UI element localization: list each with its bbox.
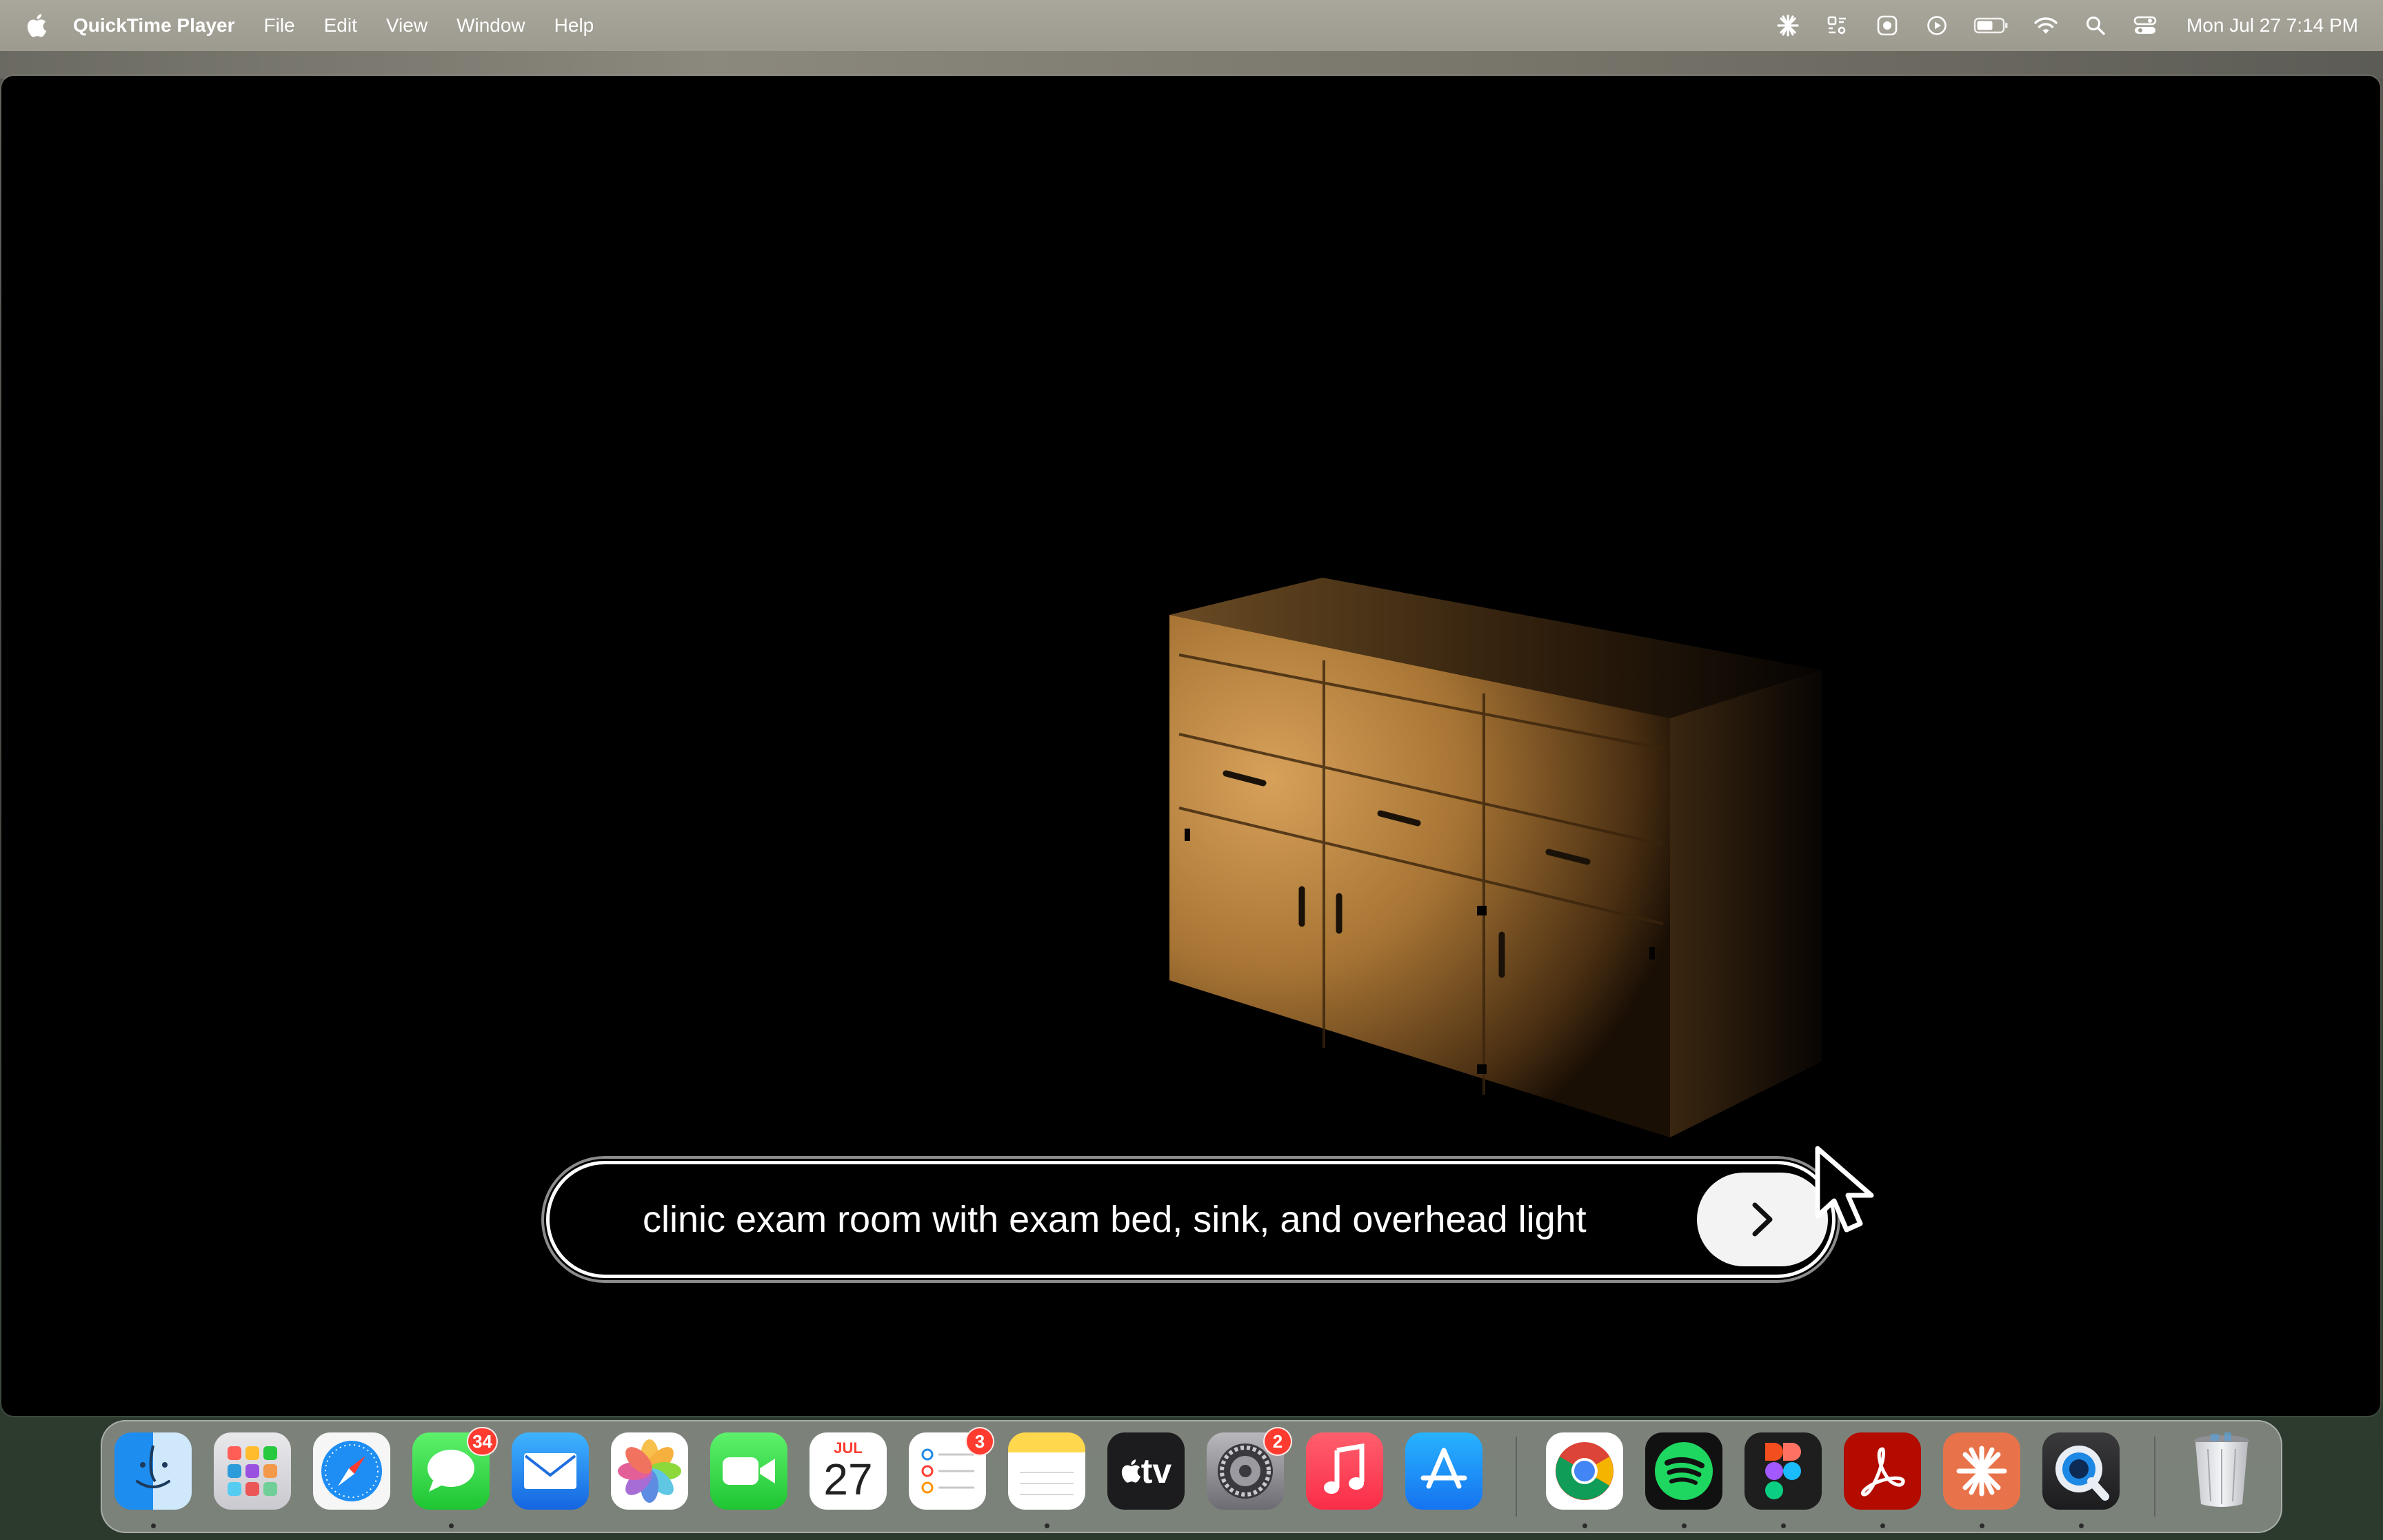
dock-music-icon[interactable] (1306, 1432, 1383, 1510)
help-menu[interactable]: Help (554, 14, 594, 37)
quicktime-video-window[interactable]: clinic exam room with exam bed, sink, an… (1, 76, 2380, 1416)
control-center-icon[interactable] (2131, 12, 2159, 39)
running-indicator (1582, 1523, 1587, 1528)
dock-system-settings-icon[interactable]: 2 (1207, 1427, 1292, 1510)
dock-claude-app-icon[interactable] (1943, 1432, 2020, 1510)
dock-quicktime-icon[interactable] (2042, 1432, 2120, 1510)
dock-facetime-icon[interactable] (710, 1432, 787, 1510)
dock-apple-tv-icon[interactable]: tv (1107, 1432, 1185, 1510)
dock-app-store-icon[interactable] (1405, 1432, 1482, 1510)
calendar-day: 27 (823, 1455, 873, 1504)
dock-divider (2154, 1437, 2155, 1517)
dock-reminders-icon[interactable]: 3 (909, 1427, 994, 1510)
focus-icon[interactable] (1824, 12, 1851, 39)
dock-launchpad-icon[interactable] (214, 1432, 291, 1510)
dock: 34 JUL 27 3 tv 2 (101, 1420, 2282, 1533)
running-indicator (2079, 1523, 2084, 1528)
dock-finder-icon[interactable] (114, 1432, 192, 1510)
dock-spotify-icon[interactable] (1645, 1432, 1722, 1510)
dock-calendar-icon[interactable]: JUL 27 (810, 1432, 887, 1510)
dock-mail-icon[interactable] (512, 1432, 589, 1510)
running-indicator (151, 1523, 156, 1528)
menu-bar: QuickTime Player File Edit View Window H… (0, 0, 2383, 51)
view-menu[interactable]: View (386, 14, 428, 37)
dock-acrobat-icon[interactable] (1844, 1432, 1921, 1510)
edit-menu[interactable]: Edit (324, 14, 357, 37)
dock-figma-icon[interactable] (1744, 1432, 1822, 1510)
dock-safari-icon[interactable] (313, 1432, 390, 1510)
running-indicator (1880, 1523, 1885, 1528)
claude-icon[interactable] (1774, 12, 1802, 39)
apple-logo-icon (1121, 1459, 1140, 1483)
prompt-input-bar[interactable]: clinic exam room with exam bed, sink, an… (546, 1161, 1836, 1278)
reminders-badge: 3 (965, 1427, 994, 1456)
play-icon[interactable] (1923, 12, 1951, 39)
mouse-pointer-icon (1815, 1146, 1874, 1233)
running-indicator (1980, 1523, 1984, 1528)
system-settings-badge: 2 (1263, 1427, 1292, 1456)
desktop-wallpaper (0, 51, 2383, 79)
running-indicator (1781, 1523, 1786, 1528)
dock-messages-icon[interactable]: 34 (412, 1427, 498, 1510)
running-indicator (1682, 1523, 1687, 1528)
dock-notes-icon[interactable] (1008, 1432, 1085, 1510)
dock-divider (1516, 1437, 1517, 1517)
menubar-clock[interactable]: Mon Jul 27 7:14 PM (2186, 14, 2358, 37)
file-menu[interactable]: File (264, 14, 295, 37)
dock-trash-icon[interactable] (2183, 1432, 2260, 1510)
running-indicator (1045, 1523, 1049, 1528)
prompt-text[interactable]: clinic exam room with exam bed, sink, an… (643, 1164, 1587, 1275)
spotlight-search-icon[interactable] (2082, 12, 2109, 39)
wifi-icon[interactable] (2032, 12, 2060, 39)
apple-menu-icon[interactable] (25, 12, 48, 39)
dock-chrome-icon[interactable] (1546, 1432, 1623, 1510)
chevron-right-icon (1752, 1202, 1773, 1237)
dock-photos-icon[interactable] (611, 1432, 688, 1510)
screen-record-icon[interactable] (1873, 12, 1901, 39)
apple-tv-label: tv (1140, 1452, 1172, 1490)
battery-icon[interactable] (1973, 12, 2010, 39)
submit-button[interactable] (1697, 1173, 1828, 1266)
messages-badge: 34 (467, 1427, 498, 1456)
app-name-menu[interactable]: QuickTime Player (73, 14, 235, 37)
window-menu[interactable]: Window (456, 14, 525, 37)
running-indicator (449, 1523, 454, 1528)
